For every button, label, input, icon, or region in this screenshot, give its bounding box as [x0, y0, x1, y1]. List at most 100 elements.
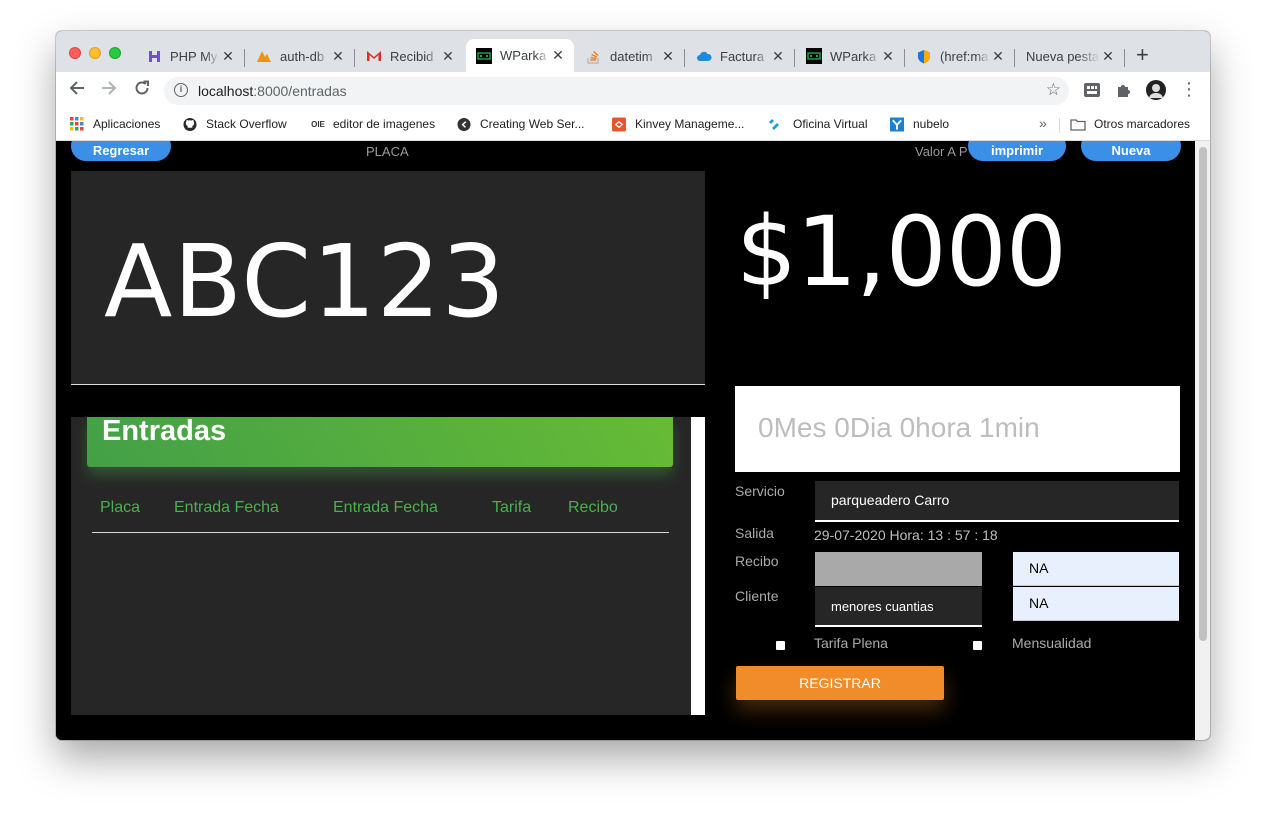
tab-datetime[interactable]: datetim ✕: [576, 40, 684, 72]
page-scrollbar[interactable]: [1195, 141, 1210, 740]
bookmark-stack-overflow[interactable]: Stack Overflow: [183, 117, 287, 131]
kinvey-icon: [612, 117, 626, 131]
column-header-tarifa: Tarifa: [492, 499, 532, 516]
bookmark-label: Oficina Virtual: [793, 117, 868, 131]
bookmark-creating-web-ser[interactable]: Creating Web Ser...: [457, 117, 585, 131]
maximize-window-button[interactable]: [109, 47, 121, 59]
column-header-recibo: Recibo: [568, 499, 618, 516]
tab-title: Recibid: [390, 48, 434, 64]
tab-title: datetim: [610, 48, 653, 64]
tab-href[interactable]: (href:ma ✕: [906, 40, 1014, 72]
bookmark-oficina-virtual[interactable]: Oficina Virtual: [767, 117, 867, 131]
info-icon[interactable]: i: [174, 83, 188, 97]
tab-new[interactable]: Nueva pesta ✕: [1016, 40, 1124, 72]
bookmark-aplicaciones[interactable]: Aplicaciones: [70, 117, 160, 131]
tab-wparking[interactable]: WParka ✕: [796, 40, 904, 72]
duration-text: 0Mes 0Dia 0hora 1min: [758, 412, 1040, 443]
browser-window: PHP My ✕ auth-db ✕ Recibid ✕ WParka ✕ da…: [56, 31, 1210, 740]
mensualidad-label: Mensualidad: [1012, 635, 1092, 651]
tab-gmail[interactable]: Recibid ✕: [356, 40, 464, 72]
registrar-button[interactable]: REGISTRAR: [736, 666, 944, 700]
apps-grid-icon: [70, 117, 84, 131]
close-tab-icon[interactable]: ✕: [220, 48, 236, 65]
recibo-extra-input[interactable]: NA: [1013, 552, 1179, 586]
bookmark-otros-marcadores[interactable]: Otros marcadores: [1070, 117, 1190, 131]
plate-number: ABC123: [104, 223, 506, 340]
close-tab-icon[interactable]: ✕: [770, 48, 786, 65]
bookmark-star-icon[interactable]: ☆: [1046, 80, 1061, 100]
bookmark-label: Creating Web Ser...: [480, 117, 585, 131]
back-arrow-icon[interactable]: [69, 80, 85, 100]
nubelo-icon: [890, 117, 904, 131]
bookmark-editor-imagenes[interactable]: OIE editor de imagenes: [309, 117, 435, 131]
tab-title: auth-db: [280, 48, 325, 64]
more-vert-icon[interactable]: ⋮: [1180, 80, 1198, 98]
recibo-input[interactable]: [815, 552, 982, 586]
avatar[interactable]: [1146, 80, 1166, 100]
wparking-icon: [476, 47, 492, 64]
close-tab-icon[interactable]: ✕: [550, 47, 566, 64]
recibo-label: Recibo: [735, 553, 779, 569]
address-bar[interactable]: i localhost:8000/entradas ☆: [164, 77, 1069, 105]
tab-factura[interactable]: Factura ✕: [686, 40, 794, 72]
tab-title: Factura: [720, 48, 765, 64]
duration-box: 0Mes 0Dia 0hora 1min: [735, 386, 1180, 472]
entries-header: Entradas: [87, 415, 673, 467]
tab-title: WParka: [830, 48, 877, 64]
column-header-placa: Placa: [100, 499, 141, 516]
salida-label: Salida: [735, 525, 774, 541]
url-text: localhost:8000/entradas: [198, 83, 347, 99]
cliente-select[interactable]: menores cuantias: [815, 587, 982, 627]
price-value: $1,000: [736, 196, 1067, 308]
forward-arrow-icon[interactable]: [101, 80, 117, 100]
nueva-button[interactable]: Nueva: [1081, 141, 1181, 161]
tarifa-plena-label: Tarifa Plena: [814, 635, 888, 651]
column-header-entrada-fecha-2: Entrada Fecha: [333, 499, 438, 516]
close-window-button[interactable]: [69, 47, 81, 59]
shield-icon: [916, 48, 932, 64]
servicio-label: Servicio: [735, 483, 785, 499]
scrollbar-thumb[interactable]: [1199, 147, 1207, 641]
close-tab-icon[interactable]: ✕: [1100, 48, 1116, 65]
close-tab-icon[interactable]: ✕: [990, 48, 1006, 65]
pma-icon: [256, 48, 272, 64]
mensualidad-checkbox[interactable]: [973, 641, 982, 650]
bookmark-label: Kinvey Manageme...: [635, 117, 745, 131]
tab-phpmyadmin[interactable]: PHP My ✕: [136, 40, 244, 72]
reload-icon[interactable]: [134, 80, 150, 100]
regresar-button[interactable]: Regresar: [71, 141, 171, 161]
oficina-icon: [767, 117, 781, 131]
page-viewport: Regresar PLACA Valor A P imprimir Nueva …: [56, 141, 1210, 740]
close-tab-icon[interactable]: ✕: [880, 48, 896, 65]
cliente-label: Cliente: [735, 588, 779, 604]
servicio-select[interactable]: parqueadero Carro: [815, 481, 1179, 522]
tab-title: PHP My: [170, 48, 218, 64]
valor-label: Valor A P: [915, 144, 968, 159]
close-tab-icon[interactable]: ✕: [440, 48, 456, 65]
entries-title: Entradas: [102, 415, 227, 447]
phpmyadmin-icon: [146, 48, 162, 64]
bookmark-kinvey[interactable]: Kinvey Manageme...: [612, 117, 744, 131]
imprimir-button[interactable]: imprimir: [968, 141, 1066, 161]
entries-card: Entradas Placa Entrada Fecha Entrada Fec…: [71, 415, 705, 715]
tab-strip: PHP My ✕ auth-db ✕ Recibid ✕ WParka ✕ da…: [56, 31, 1210, 72]
bookmark-label: nubelo: [913, 117, 950, 131]
puzzle-icon[interactable]: [1115, 81, 1133, 99]
minimize-window-button[interactable]: [89, 47, 101, 59]
close-tab-icon[interactable]: ✕: [660, 48, 676, 65]
bookmarks-overflow-button[interactable]: »: [1039, 115, 1047, 131]
new-tab-icon[interactable]: +: [1136, 44, 1149, 66]
column-header-entrada-fecha: Entrada Fecha: [174, 499, 279, 516]
tab-auth-db[interactable]: auth-db ✕: [246, 40, 354, 72]
tarifa-plena-checkbox[interactable]: [776, 641, 785, 650]
browser-toolbar: i localhost:8000/entradas ☆ ⋮: [56, 72, 1210, 109]
plate-card: ABC123: [71, 171, 705, 385]
extension-grid-icon[interactable]: [1083, 81, 1101, 99]
oie-icon: OIE: [311, 119, 325, 129]
tab-wparking-active[interactable]: WParka ✕: [466, 39, 574, 72]
bookmark-nubelo[interactable]: nubelo: [890, 117, 949, 131]
table-header-divider: [92, 532, 669, 533]
close-tab-icon[interactable]: ✕: [330, 48, 346, 65]
cliente-extra-input[interactable]: NA: [1013, 587, 1179, 621]
salida-value: 29-07-2020 Hora: 13 : 57 : 18: [814, 527, 998, 543]
